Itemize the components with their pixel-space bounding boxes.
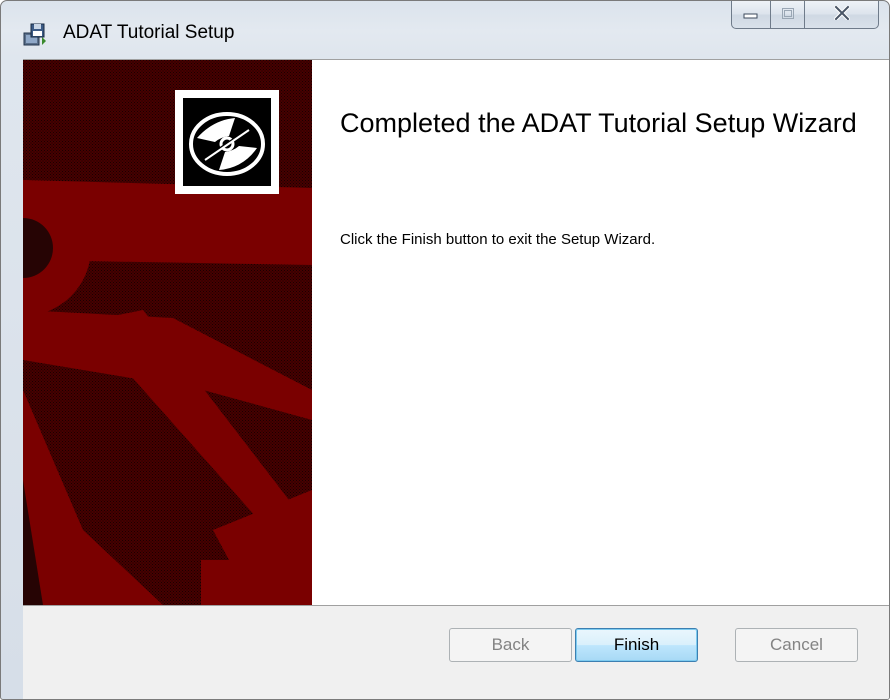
caption-buttons: [731, 1, 879, 31]
disc-icon: [183, 112, 271, 190]
finish-button[interactable]: Finish: [575, 628, 698, 662]
installer-app-icon: [22, 21, 48, 47]
wizard-description: Click the Finish button to exit the Setu…: [340, 231, 656, 248]
setup-window: ADAT Tutorial Setup Completed the ADAT T…: [0, 0, 890, 700]
back-button[interactable]: Back: [449, 628, 572, 662]
banner-logo: [175, 90, 279, 194]
maximize-icon: [781, 5, 795, 24]
cancel-button[interactable]: Cancel: [735, 628, 858, 662]
wizard-heading: Completed the ADAT Tutorial Setup Wizard: [340, 108, 857, 138]
window-title: ADAT Tutorial Setup: [63, 22, 235, 43]
minimize-icon: [743, 5, 759, 24]
close-button[interactable]: [805, 1, 879, 29]
button-bar: Back Finish Cancel: [23, 605, 889, 699]
wizard-content: Completed the ADAT Tutorial Setup Wizard…: [23, 59, 889, 605]
title-bar[interactable]: ADAT Tutorial Setup: [1, 1, 889, 59]
maximize-button[interactable]: [771, 1, 805, 29]
close-icon: [832, 4, 851, 24]
minimize-button[interactable]: [731, 1, 771, 29]
